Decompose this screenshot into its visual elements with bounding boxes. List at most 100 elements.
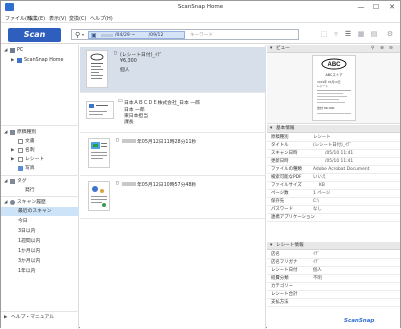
list-item[interactable]: ▯ 年05月12日10時57分48秒 <box>80 177 266 219</box>
property-row[interactable]: 連携アプリケーション <box>267 214 400 222</box>
property-row[interactable]: ファイルの種類 Adobe Acrobat Document <box>267 166 400 174</box>
clear-filter-icon[interactable]: ▣ <box>91 32 97 39</box>
business-card-thumbnail[interactable] <box>86 101 114 119</box>
keyword-input[interactable]: キーワード <box>190 32 213 38</box>
document-preview[interactable]: ABC ABCストア 2019年 05月10日 レシート 合計 ¥6,300 <box>267 53 400 124</box>
sidebar-item-3-days[interactable]: 3日以内 <box>1 227 79 236</box>
sidebar-item-business-cards[interactable]: ▶ 名刺 <box>1 146 79 155</box>
receipt-doc-icon: ▯ <box>114 51 117 56</box>
document-thumbnail[interactable] <box>88 181 110 211</box>
chevron-right-icon[interactable]: ▶ <box>11 146 14 155</box>
sidebar-item-scan-history[interactable]: ◢ スキャン履歴 <box>1 198 79 207</box>
chevron-down-icon[interactable]: ◢ <box>4 128 7 137</box>
maximize-button[interactable]: ☐ <box>370 2 382 12</box>
property-row[interactable]: カテゴリー <box>267 283 400 291</box>
property-row[interactable]: 支払方法 <box>267 299 400 307</box>
view-section-header[interactable]: ▾ ビュー ⚲ ⊕ ⊖ <box>267 45 400 53</box>
zoom-in-icon[interactable]: ⊕ <box>380 45 384 53</box>
sidebar-item-label: 発行 <box>25 188 35 193</box>
scan-button[interactable]: Scan <box>8 28 61 42</box>
chevron-down-icon[interactable]: ▾ <box>270 45 272 53</box>
property-row[interactable]: ファイルサイズ KB <box>267 182 400 190</box>
settings-icon[interactable]: ⚙ <box>385 30 395 39</box>
sidebar-item-label: 1か月以内 <box>18 249 41 254</box>
item-title: 年05月12日10時57分48秒 <box>137 183 197 188</box>
menu-view[interactable]: 表示(V) <box>49 15 66 22</box>
sidebar-item-tags[interactable]: ◢ タグ <box>1 177 79 186</box>
close-button[interactable]: ✕ <box>386 2 398 12</box>
property-row[interactable]: パスワード なし <box>267 206 400 214</box>
property-row[interactable]: 店名フリガナ ｲﾃﾞ <box>267 259 400 267</box>
menu-convert[interactable]: 変換(C) <box>69 15 86 22</box>
item-title: 年05月12日11時28分11秒 <box>137 140 197 145</box>
sidebar-item-3-months[interactable]: 3か月以内 <box>1 257 79 266</box>
property-row[interactable]: 原稿種別 レシート <box>267 134 400 142</box>
property-row[interactable]: レシート合計 <box>267 291 400 299</box>
zoom-icon[interactable]: ⚲ <box>371 45 374 53</box>
property-row[interactable]: レシート日付 個人 <box>267 267 400 275</box>
share-icon[interactable]: ▿ <box>331 30 341 39</box>
property-value: なし <box>313 207 322 212</box>
sidebar-item-recent-scans[interactable]: 最近のスキャン <box>1 207 79 216</box>
search-box[interactable]: ⚲ ▾ ▣ /04/29 ~ /09/12 キーワード <box>71 29 299 40</box>
date-filter-chip[interactable]: ▣ /04/29 ~ /09/12 <box>88 31 185 39</box>
thumbnail-view-icon[interactable]: ▤ <box>369 30 379 39</box>
sidebar-item-receipts[interactable]: ▶ レシート <box>1 155 79 164</box>
document-thumbnail[interactable] <box>88 138 110 168</box>
chevron-down-icon[interactable]: ◢ <box>4 198 7 207</box>
sidebar-item-today[interactable]: 今日 <box>1 217 79 226</box>
property-row[interactable]: 保存先 C:\ <box>267 198 400 206</box>
list-item[interactable]: ▯ 年05月12日11時28分11秒 <box>80 134 266 176</box>
property-value: /05/10 11:41 <box>325 159 354 164</box>
property-value: 個人 <box>313 268 322 273</box>
property-key: 検索可能なPDF <box>271 175 302 180</box>
list-item[interactable]: ▭ 日本ＡＢＣＤＥ株式会社_日本 一郎 日本 一郎 東日本担当 課長 <box>80 95 266 133</box>
chevron-right-icon[interactable]: ▶ <box>11 155 14 164</box>
chevron-down-icon[interactable]: ▾ <box>270 242 272 250</box>
sidebar-item-scansnap-home[interactable]: ▶ ScanSnap Home <box>1 56 79 65</box>
minimize-button[interactable]: — <box>355 2 367 12</box>
pc-icon <box>10 48 15 53</box>
divider <box>1 196 79 197</box>
receipt-preview-image: ABC ABCストア 2019年 05月10日 レシート 合計 ¥6,300 <box>312 55 356 121</box>
chevron-right-icon[interactable]: ▶ <box>11 56 14 65</box>
date-range-text: /04/29 ~ /09/12 <box>115 33 164 38</box>
chevron-down-icon[interactable]: ◢ <box>4 46 7 55</box>
property-key: レシート合計 <box>271 292 298 297</box>
menu-help[interactable]: ヘルプ(H) <box>90 15 113 22</box>
sidebar-item-1-week[interactable]: 1週間以内 <box>1 237 79 246</box>
document-icon: ▯ <box>116 181 119 186</box>
sidebar-item-doc-types[interactable]: ◢ 原稿種別 <box>1 128 79 137</box>
sidebar-item-1-month[interactable]: 1か月以内 <box>1 247 79 256</box>
property-row[interactable]: 店名 ｲﾃﾞ <box>267 251 400 259</box>
grid-view-icon[interactable]: ▦ <box>356 30 366 39</box>
property-value: レシート <box>313 135 331 140</box>
chevron-down-icon[interactable]: ▾ <box>270 125 272 133</box>
export-icon[interactable]: ⬚ <box>319 30 329 39</box>
sidebar-item-1-year[interactable]: 1年以内 <box>1 267 79 276</box>
sidebar-item-help[interactable]: ▶ ヘルプ・マニュアル <box>1 313 79 322</box>
receipt-info-header[interactable]: ▾ レシート情報 <box>267 242 400 250</box>
property-row[interactable]: 経費分類 不明 <box>267 275 400 283</box>
property-row[interactable]: ページ数 1 ページ <box>267 190 400 198</box>
basic-info-header[interactable]: ▾ 基本情報 <box>267 125 400 133</box>
receipt-thumbnail[interactable] <box>86 50 108 88</box>
sidebar-item-label: スキャン履歴 <box>17 200 46 205</box>
property-row[interactable]: 更新日時/05/10 11:41 <box>267 158 400 166</box>
chevron-down-icon[interactable]: ▾ <box>82 32 84 37</box>
property-row[interactable]: スキャン日時/05/10 11:41 <box>267 150 400 158</box>
sidebar-item-photos[interactable]: 写真 <box>1 164 79 173</box>
sidebar-item-pc[interactable]: ◢ PC <box>1 46 79 55</box>
sidebar-item-label: ScanSnap Home <box>24 58 64 63</box>
sidebar-item-tag-issued[interactable]: 発行 <box>1 186 79 195</box>
chevron-down-icon[interactable]: ◢ <box>4 177 7 186</box>
sidebar-item-documents[interactable]: 文書 <box>1 137 79 146</box>
chevron-right-icon[interactable]: ▶ <box>4 313 7 322</box>
sidebar-item-label: 写真 <box>25 166 35 171</box>
property-row[interactable]: タイトル (レシート日付)_ｲﾃﾞ <box>267 142 400 150</box>
menu-edit[interactable]: 編集(E) <box>28 15 45 22</box>
list-view-icon[interactable]: ☰ <box>343 30 353 39</box>
zoom-out-icon[interactable]: ⊖ <box>389 45 393 53</box>
list-item[interactable]: ▯ (レシート日付)_ｲﾃﾞ ¥6,300 個人 <box>80 47 266 93</box>
property-row[interactable]: 検索可能なPDF いいえ <box>267 174 400 182</box>
